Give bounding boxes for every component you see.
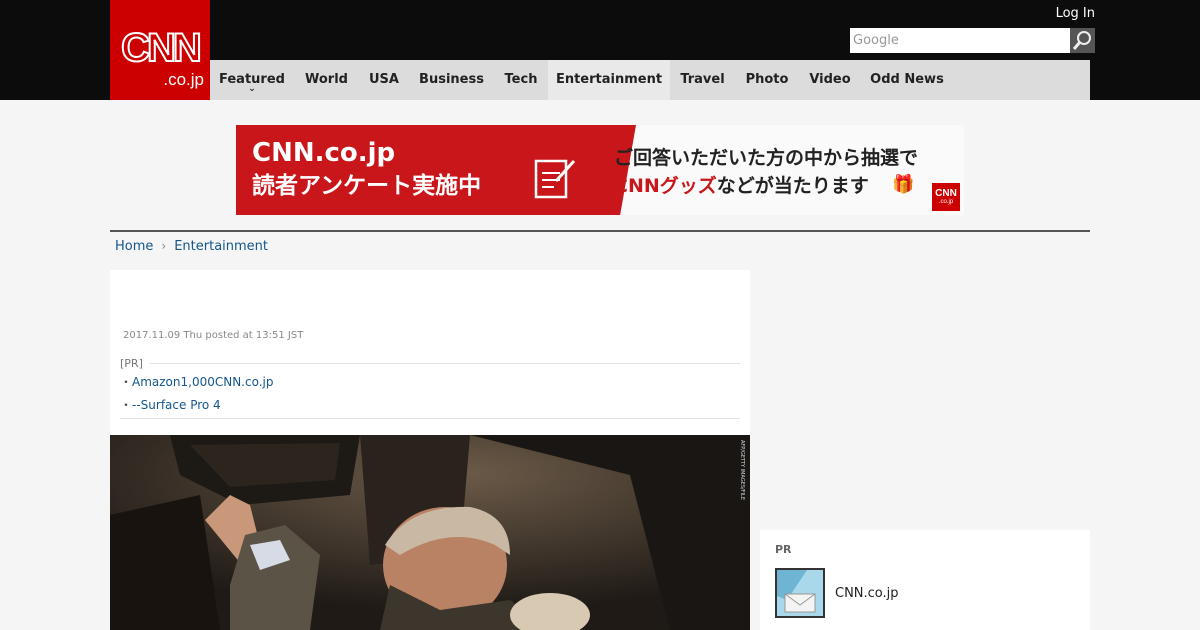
search-input[interactable] [850, 28, 1070, 53]
posted-timestamp: 2017.11.09 Thu posted at 13:51 JST [123, 330, 304, 341]
banner-cnn-badge: CNN .co.jp [932, 183, 960, 211]
nav-item-video[interactable]: Video [799, 60, 861, 100]
pr-link[interactable]: Amazon1,000CNN.co.jp [132, 375, 274, 389]
sidebar-pr-box: PR CNN.co.jp [760, 530, 1090, 630]
nav-item-entertainment[interactable]: Entertainment [548, 60, 670, 100]
survey-banner-ad[interactable]: CNN.co.jp 読者アンケート実施中 ご回答いただいた方の中から抽選で CN… [236, 125, 964, 215]
nav-item-photo[interactable]: Photo [735, 60, 799, 100]
nav-item-usa[interactable]: USA [359, 60, 409, 100]
pr-thumbnail[interactable] [775, 568, 825, 618]
main-navigation: Featured ⌄ World USA Business Tech Enter… [210, 60, 1090, 100]
breadcrumb-current[interactable]: Entertainment [174, 239, 268, 254]
banner-right-line2: CNNグッズなどが当たります [614, 173, 869, 199]
badge-sub: .co.jp [938, 199, 954, 205]
pr-list-item: ・Amazon1,000CNN.co.jp [120, 374, 274, 390]
breadcrumb-home[interactable]: Home [115, 239, 153, 254]
pr-divider-top [150, 363, 740, 364]
magnifier-icon [1072, 31, 1091, 50]
logo-wordmark: CNN [120, 25, 203, 71]
article-header-card: 2017.11.09 Thu posted at 13:51 JST [PR] … [110, 270, 750, 435]
cnn-logo[interactable]: CNN .co.jp [110, 0, 210, 100]
banner-rest-text: などが当たります [716, 175, 869, 197]
pr-list-item: ・--Surface Pro 4 [120, 397, 221, 413]
pr-link[interactable]: --Surface Pro 4 [132, 398, 221, 412]
chevron-right-icon: › [161, 239, 167, 253]
breadcrumb-divider [110, 230, 1090, 232]
photo-credit: AFP/GETTY IMAGES/FILE [739, 440, 745, 501]
banner-accent-text: CNNグッズ [614, 175, 717, 197]
nav-item-business[interactable]: Business [409, 60, 494, 100]
pr-label: [PR] [120, 357, 143, 370]
login-link[interactable]: Log In [1040, 5, 1095, 23]
search-button[interactable] [1070, 28, 1095, 53]
photo-illustration [110, 435, 750, 630]
bullet: ・ [120, 398, 133, 412]
chevron-down-icon: ⌄ [248, 84, 256, 94]
nav-item-travel[interactable]: Travel [670, 60, 735, 100]
banner-title: CNN.co.jp [252, 138, 396, 168]
logo-domain: .co.jp [163, 70, 204, 89]
nav-item-world[interactable]: World [294, 60, 359, 100]
nav-item-odd-news[interactable]: Odd News [861, 60, 953, 100]
pr-divider-bottom [120, 418, 740, 419]
nav-item-tech[interactable]: Tech [494, 60, 548, 100]
nav-item-featured[interactable]: Featured ⌄ [210, 60, 294, 100]
banner-subtitle: 読者アンケート実施中 [252, 173, 482, 199]
breadcrumb: Home › Entertainment [115, 237, 268, 255]
gift-icon: 🎁 [892, 174, 915, 195]
banner-right-line1: ご回答いただいた方の中から抽選で [614, 147, 919, 169]
survey-document-icon [534, 159, 576, 199]
sidebar-pr-link[interactable]: CNN.co.jp [835, 586, 899, 602]
bullet: ・ [120, 375, 133, 389]
sidebar-pr-label: PR [775, 543, 792, 556]
article-photo [110, 435, 750, 630]
envelope-icon [777, 570, 823, 616]
